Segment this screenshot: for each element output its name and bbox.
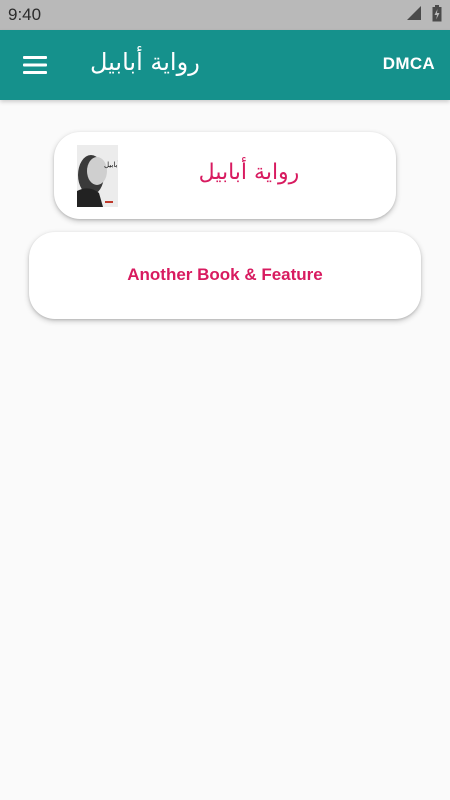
status-icons [406, 4, 442, 26]
book-cover-image: أبابيل [77, 145, 118, 207]
status-time: 9:40 [8, 5, 42, 24]
main-content: أبابيل رواية أبابيل Another Book & Featu… [0, 100, 450, 800]
app-bar: رواية أبابيل DMCA [0, 30, 450, 100]
signal-icon [406, 5, 422, 25]
app-title: رواية أبابيل [90, 48, 200, 76]
battery-icon [432, 4, 442, 26]
book-title: رواية أبابيل [198, 160, 300, 185]
status-bar: 9:40 [0, 0, 450, 30]
svg-text:أبابيل: أبابيل [104, 160, 118, 169]
dmca-button[interactable]: DMCA [383, 54, 435, 74]
another-book-feature-label: Another Book & Feature [127, 265, 323, 284]
book-card[interactable]: أبابيل رواية أبابيل [54, 132, 396, 219]
another-book-feature-card[interactable]: Another Book & Feature [29, 232, 421, 319]
hamburger-menu-icon[interactable] [16, 47, 54, 83]
